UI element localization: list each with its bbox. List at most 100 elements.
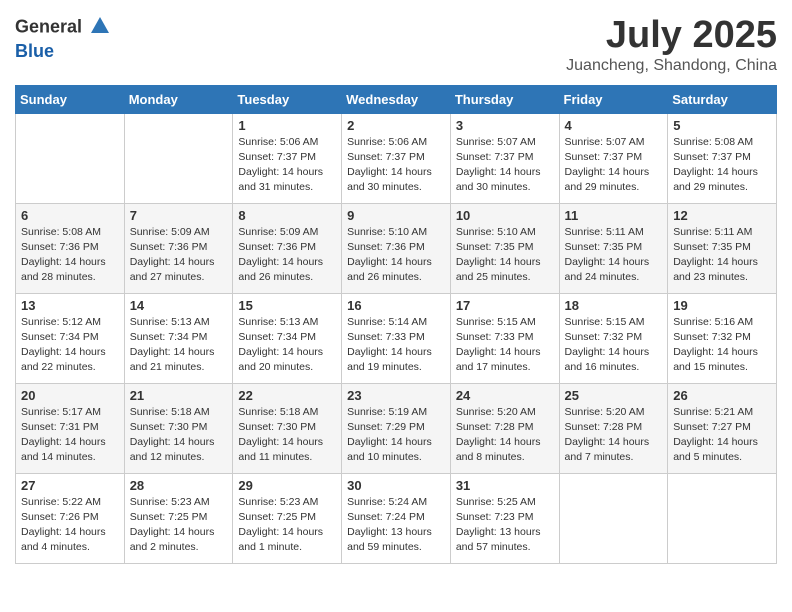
calendar-cell: 9 Sunrise: 5:10 AM Sunset: 7:36 PM Daylig… <box>342 203 451 293</box>
day-number: 30 <box>347 478 445 493</box>
day-info: Sunrise: 5:13 AM Sunset: 7:34 PM Dayligh… <box>130 315 228 376</box>
day-info: Sunrise: 5:20 AM Sunset: 7:28 PM Dayligh… <box>565 405 663 466</box>
day-number: 31 <box>456 478 554 493</box>
calendar-cell: 2 Sunrise: 5:06 AM Sunset: 7:37 PM Daylig… <box>342 113 451 203</box>
day-number: 28 <box>130 478 228 493</box>
weekday-header-friday: Friday <box>559 85 668 113</box>
calendar-cell: 26 Sunrise: 5:21 AM Sunset: 7:27 PM Dayli… <box>668 383 777 473</box>
day-number: 21 <box>130 388 228 403</box>
day-info: Sunrise: 5:15 AM Sunset: 7:32 PM Dayligh… <box>565 315 663 376</box>
day-number: 18 <box>565 298 663 313</box>
day-number: 25 <box>565 388 663 403</box>
logo-line1: General <box>15 15 111 42</box>
day-info: Sunrise: 5:07 AM Sunset: 7:37 PM Dayligh… <box>565 135 663 196</box>
day-number: 29 <box>238 478 336 493</box>
day-info: Sunrise: 5:25 AM Sunset: 7:23 PM Dayligh… <box>456 495 554 556</box>
calendar-cell <box>124 113 233 203</box>
calendar-table: SundayMondayTuesdayWednesdayThursdayFrid… <box>15 85 777 564</box>
day-number: 12 <box>673 208 771 223</box>
logo-blue: Blue <box>15 41 54 61</box>
day-number: 23 <box>347 388 445 403</box>
location-subtitle: Juancheng, Shandong, China <box>566 57 777 75</box>
day-info: Sunrise: 5:11 AM Sunset: 7:35 PM Dayligh… <box>673 225 771 286</box>
day-number: 8 <box>238 208 336 223</box>
calendar-cell: 25 Sunrise: 5:20 AM Sunset: 7:28 PM Dayli… <box>559 383 668 473</box>
calendar-cell: 15 Sunrise: 5:13 AM Sunset: 7:34 PM Dayli… <box>233 293 342 383</box>
weekday-header-monday: Monday <box>124 85 233 113</box>
day-number: 24 <box>456 388 554 403</box>
day-number: 3 <box>456 118 554 133</box>
day-info: Sunrise: 5:20 AM Sunset: 7:28 PM Dayligh… <box>456 405 554 466</box>
day-info: Sunrise: 5:10 AM Sunset: 7:35 PM Dayligh… <box>456 225 554 286</box>
calendar-week-row: 20 Sunrise: 5:17 AM Sunset: 7:31 PM Dayli… <box>16 383 777 473</box>
day-info: Sunrise: 5:24 AM Sunset: 7:24 PM Dayligh… <box>347 495 445 556</box>
day-number: 14 <box>130 298 228 313</box>
calendar-cell: 27 Sunrise: 5:22 AM Sunset: 7:26 PM Dayli… <box>16 473 125 563</box>
day-info: Sunrise: 5:10 AM Sunset: 7:36 PM Dayligh… <box>347 225 445 286</box>
calendar-week-row: 1 Sunrise: 5:06 AM Sunset: 7:37 PM Daylig… <box>16 113 777 203</box>
day-info: Sunrise: 5:08 AM Sunset: 7:36 PM Dayligh… <box>21 225 119 286</box>
day-number: 16 <box>347 298 445 313</box>
calendar-cell: 11 Sunrise: 5:11 AM Sunset: 7:35 PM Dayli… <box>559 203 668 293</box>
logo-general: General <box>15 17 82 37</box>
day-info: Sunrise: 5:17 AM Sunset: 7:31 PM Dayligh… <box>21 405 119 466</box>
month-year-title: July 2025 <box>566 15 777 57</box>
day-info: Sunrise: 5:21 AM Sunset: 7:27 PM Dayligh… <box>673 405 771 466</box>
day-number: 19 <box>673 298 771 313</box>
day-info: Sunrise: 5:22 AM Sunset: 7:26 PM Dayligh… <box>21 495 119 556</box>
calendar-cell: 5 Sunrise: 5:08 AM Sunset: 7:37 PM Daylig… <box>668 113 777 203</box>
day-info: Sunrise: 5:23 AM Sunset: 7:25 PM Dayligh… <box>238 495 336 556</box>
calendar-cell: 29 Sunrise: 5:23 AM Sunset: 7:25 PM Dayli… <box>233 473 342 563</box>
day-number: 4 <box>565 118 663 133</box>
day-number: 9 <box>347 208 445 223</box>
day-info: Sunrise: 5:11 AM Sunset: 7:35 PM Dayligh… <box>565 225 663 286</box>
day-number: 11 <box>565 208 663 223</box>
day-number: 5 <box>673 118 771 133</box>
day-number: 15 <box>238 298 336 313</box>
weekday-header-wednesday: Wednesday <box>342 85 451 113</box>
calendar-cell: 12 Sunrise: 5:11 AM Sunset: 7:35 PM Dayli… <box>668 203 777 293</box>
day-number: 7 <box>130 208 228 223</box>
calendar-cell: 10 Sunrise: 5:10 AM Sunset: 7:35 PM Dayli… <box>450 203 559 293</box>
day-info: Sunrise: 5:07 AM Sunset: 7:37 PM Dayligh… <box>456 135 554 196</box>
day-number: 1 <box>238 118 336 133</box>
calendar-cell: 22 Sunrise: 5:18 AM Sunset: 7:30 PM Dayli… <box>233 383 342 473</box>
day-number: 27 <box>21 478 119 493</box>
day-number: 2 <box>347 118 445 133</box>
day-info: Sunrise: 5:08 AM Sunset: 7:37 PM Dayligh… <box>673 135 771 196</box>
day-number: 26 <box>673 388 771 403</box>
day-number: 10 <box>456 208 554 223</box>
day-info: Sunrise: 5:06 AM Sunset: 7:37 PM Dayligh… <box>238 135 336 196</box>
calendar-cell: 4 Sunrise: 5:07 AM Sunset: 7:37 PM Daylig… <box>559 113 668 203</box>
day-info: Sunrise: 5:23 AM Sunset: 7:25 PM Dayligh… <box>130 495 228 556</box>
calendar-cell: 19 Sunrise: 5:16 AM Sunset: 7:32 PM Dayli… <box>668 293 777 383</box>
day-info: Sunrise: 5:06 AM Sunset: 7:37 PM Dayligh… <box>347 135 445 196</box>
calendar-cell: 24 Sunrise: 5:20 AM Sunset: 7:28 PM Dayli… <box>450 383 559 473</box>
day-info: Sunrise: 5:18 AM Sunset: 7:30 PM Dayligh… <box>130 405 228 466</box>
weekday-header-sunday: Sunday <box>16 85 125 113</box>
calendar-cell: 6 Sunrise: 5:08 AM Sunset: 7:36 PM Daylig… <box>16 203 125 293</box>
day-info: Sunrise: 5:16 AM Sunset: 7:32 PM Dayligh… <box>673 315 771 376</box>
day-info: Sunrise: 5:18 AM Sunset: 7:30 PM Dayligh… <box>238 405 336 466</box>
day-number: 22 <box>238 388 336 403</box>
calendar-cell: 20 Sunrise: 5:17 AM Sunset: 7:31 PM Dayli… <box>16 383 125 473</box>
day-number: 17 <box>456 298 554 313</box>
calendar-cell: 23Sunrise: 5:19 AM Sunset: 7:29 PM Dayli… <box>342 383 451 473</box>
weekday-header-thursday: Thursday <box>450 85 559 113</box>
calendar-cell: 14 Sunrise: 5:13 AM Sunset: 7:34 PM Dayli… <box>124 293 233 383</box>
logo: General Blue <box>15 15 111 62</box>
day-info: Sunrise: 5:09 AM Sunset: 7:36 PM Dayligh… <box>238 225 336 286</box>
day-number: 6 <box>21 208 119 223</box>
calendar-cell: 13Sunrise: 5:12 AM Sunset: 7:34 PM Dayli… <box>16 293 125 383</box>
calendar-cell: 7 Sunrise: 5:09 AM Sunset: 7:36 PM Daylig… <box>124 203 233 293</box>
calendar-cell: 28 Sunrise: 5:23 AM Sunset: 7:25 PM Dayli… <box>124 473 233 563</box>
calendar-week-row: 6 Sunrise: 5:08 AM Sunset: 7:36 PM Daylig… <box>16 203 777 293</box>
logo-icon <box>89 15 111 37</box>
calendar-cell: 21 Sunrise: 5:18 AM Sunset: 7:30 PM Dayli… <box>124 383 233 473</box>
day-info: Sunrise: 5:09 AM Sunset: 7:36 PM Dayligh… <box>130 225 228 286</box>
calendar-week-row: 13Sunrise: 5:12 AM Sunset: 7:34 PM Dayli… <box>16 293 777 383</box>
day-info: Sunrise: 5:13 AM Sunset: 7:34 PM Dayligh… <box>238 315 336 376</box>
day-number: 13 <box>21 298 119 313</box>
weekday-header-row: SundayMondayTuesdayWednesdayThursdayFrid… <box>16 85 777 113</box>
day-number: 20 <box>21 388 119 403</box>
